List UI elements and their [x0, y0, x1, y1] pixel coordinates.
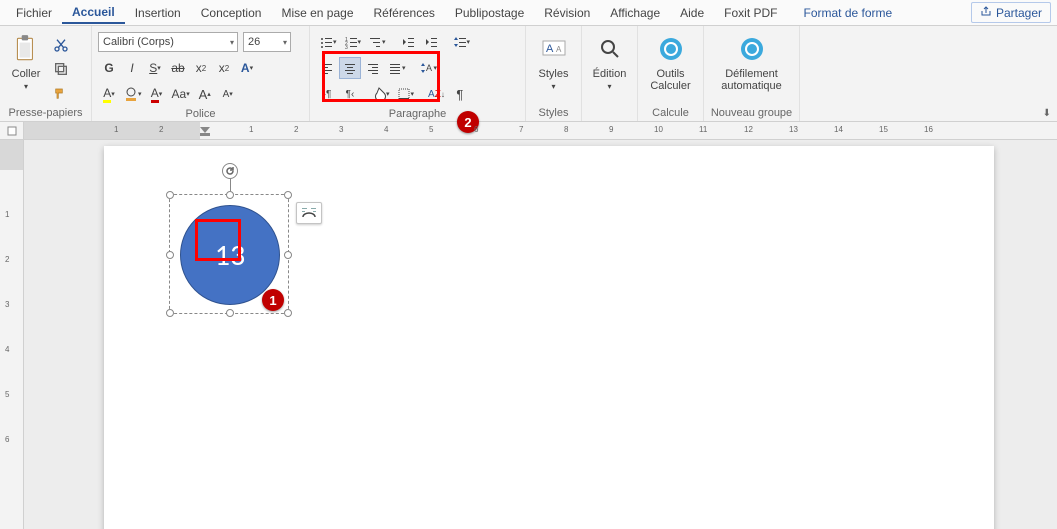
grow-font-button[interactable]: A▴ — [194, 83, 216, 105]
font-size-select[interactable]: 26▾ — [243, 32, 291, 52]
increase-indent-button[interactable] — [420, 31, 442, 53]
line-spacing-button[interactable]: ▾ — [450, 31, 474, 53]
group-new-label: Nouveau groupe — [708, 105, 795, 121]
group-clipboard-label: Presse-papiers — [4, 105, 87, 121]
annotation-box-1 — [195, 219, 241, 261]
strike-button[interactable]: ab — [167, 57, 189, 79]
calc-tools-button[interactable]: Outils Calculer — [642, 30, 699, 92]
ruler-corner — [0, 122, 24, 139]
copy-button[interactable] — [50, 58, 72, 80]
vertical-ruler[interactable]: 1 2 3 4 5 6 — [0, 140, 24, 529]
resize-handle-e[interactable] — [284, 251, 292, 259]
styles-button[interactable]: AA Styles▾ — [532, 30, 576, 93]
change-case-button[interactable]: Aa▾ — [169, 83, 193, 105]
autoscroll-icon — [717, 32, 787, 66]
resize-handle-nw[interactable] — [166, 191, 174, 199]
tab-foxit[interactable]: Foxit PDF — [714, 2, 787, 23]
rotate-handle[interactable] — [222, 163, 238, 179]
svg-text:3: 3 — [345, 45, 348, 49]
calc-icon — [644, 32, 697, 66]
group-paragraph-label: Paragraphe — [314, 106, 521, 122]
styles-icon: AA — [534, 32, 574, 66]
annotation-box-2 — [322, 51, 440, 102]
subscript-button[interactable]: x2 — [190, 57, 212, 79]
underline-button[interactable]: S▾ — [144, 57, 166, 79]
ribbon: Coller▾ Presse-papiers Calibri (Corps)▾ … — [0, 26, 1057, 122]
tab-references[interactable]: Références — [364, 2, 445, 23]
page: 13 1 — [104, 146, 994, 529]
highlight-button[interactable]: A▾ — [98, 83, 120, 105]
resize-handle-n[interactable] — [226, 191, 234, 199]
font-name-select[interactable]: Calibri (Corps)▾ — [98, 32, 238, 52]
group-font: Calibri (Corps)▾ 26▾ G I S▾ ab x2 x2 A▾ … — [92, 26, 310, 121]
svg-text:A: A — [556, 45, 562, 54]
font-color-button[interactable]: A▾ — [146, 83, 168, 105]
share-label: Partager — [996, 6, 1042, 20]
numbering-button[interactable]: 123▾ — [341, 31, 365, 53]
paste-button[interactable]: Coller▾ — [4, 30, 48, 93]
layout-options-icon — [301, 207, 317, 219]
group-styles-label: Styles — [530, 105, 577, 121]
resize-handle-s[interactable] — [226, 309, 234, 317]
paste-icon — [6, 32, 46, 66]
group-styles: AA Styles▾ Styles — [526, 26, 582, 121]
find-icon — [590, 32, 630, 66]
svg-text:A: A — [546, 43, 554, 55]
resize-handle-ne[interactable] — [284, 191, 292, 199]
share-button[interactable]: Partager — [971, 2, 1051, 23]
resize-handle-sw[interactable] — [166, 309, 174, 317]
collapse-ribbon-button[interactable]: ⬇ — [1043, 108, 1051, 119]
editing-button[interactable]: Édition▾ — [588, 30, 632, 93]
tab-design[interactable]: Conception — [191, 2, 272, 23]
document-canvas[interactable]: 13 1 — [24, 140, 1057, 529]
group-editing-label — [586, 105, 633, 121]
group-clipboard: Coller▾ Presse-papiers — [0, 26, 92, 121]
group-new: Défilement automatique Nouveau groupe — [704, 26, 800, 121]
show-marks-button[interactable]: ¶ — [449, 83, 471, 105]
format-painter-button[interactable] — [50, 82, 72, 104]
tab-view[interactable]: Affichage — [600, 2, 670, 23]
tab-mailings[interactable]: Publipostage — [445, 2, 534, 23]
group-calc-label: Calcule — [642, 105, 699, 121]
layout-options-button[interactable] — [296, 202, 322, 224]
group-editing: Édition▾ — [582, 26, 638, 121]
bullets-button[interactable]: ▾ — [316, 31, 340, 53]
rotate-connector — [230, 179, 231, 191]
autoscroll-button[interactable]: Défilement automatique — [715, 30, 789, 92]
bold-button[interactable]: G — [98, 57, 120, 79]
tab-home[interactable]: Accueil — [62, 1, 125, 24]
text-effects-button[interactable]: A▾ — [236, 57, 258, 79]
ribbon-tabs: Fichier Accueil Insertion Conception Mis… — [0, 0, 1057, 26]
share-icon — [980, 5, 992, 20]
decrease-indent-button[interactable] — [397, 31, 419, 53]
cut-button[interactable] — [50, 34, 72, 56]
tab-layout[interactable]: Mise en page — [271, 2, 363, 23]
resize-handle-w[interactable] — [166, 251, 174, 259]
ruler-row: 1 2 1 2 3 4 5 6 7 8 9 10 11 12 13 14 15 … — [0, 122, 1057, 140]
tab-review[interactable]: Révision — [534, 2, 600, 23]
resize-handle-se[interactable] — [284, 309, 292, 317]
horizontal-ruler[interactable]: 1 2 1 2 3 4 5 6 7 8 9 10 11 12 13 14 15 … — [24, 122, 1057, 139]
document-area: 1 2 3 4 5 6 13 1 — [0, 140, 1057, 529]
superscript-button[interactable]: x2 — [213, 57, 235, 79]
tab-file[interactable]: Fichier — [6, 2, 62, 23]
shape-fill-color-button[interactable]: ▾ — [121, 83, 145, 105]
tab-shape-format[interactable]: Format de forme — [794, 2, 903, 23]
tab-insert[interactable]: Insertion — [125, 2, 191, 23]
tab-help[interactable]: Aide — [670, 2, 714, 23]
multilevel-button[interactable]: ▾ — [365, 31, 389, 53]
shrink-font-button[interactable]: A▾ — [217, 83, 239, 105]
annotation-callout-1: 1 — [262, 289, 284, 311]
paste-label: Coller — [12, 68, 41, 80]
italic-button[interactable]: I — [121, 57, 143, 79]
group-calc: Outils Calculer Calcule — [638, 26, 704, 121]
group-font-label: Police — [96, 106, 305, 122]
